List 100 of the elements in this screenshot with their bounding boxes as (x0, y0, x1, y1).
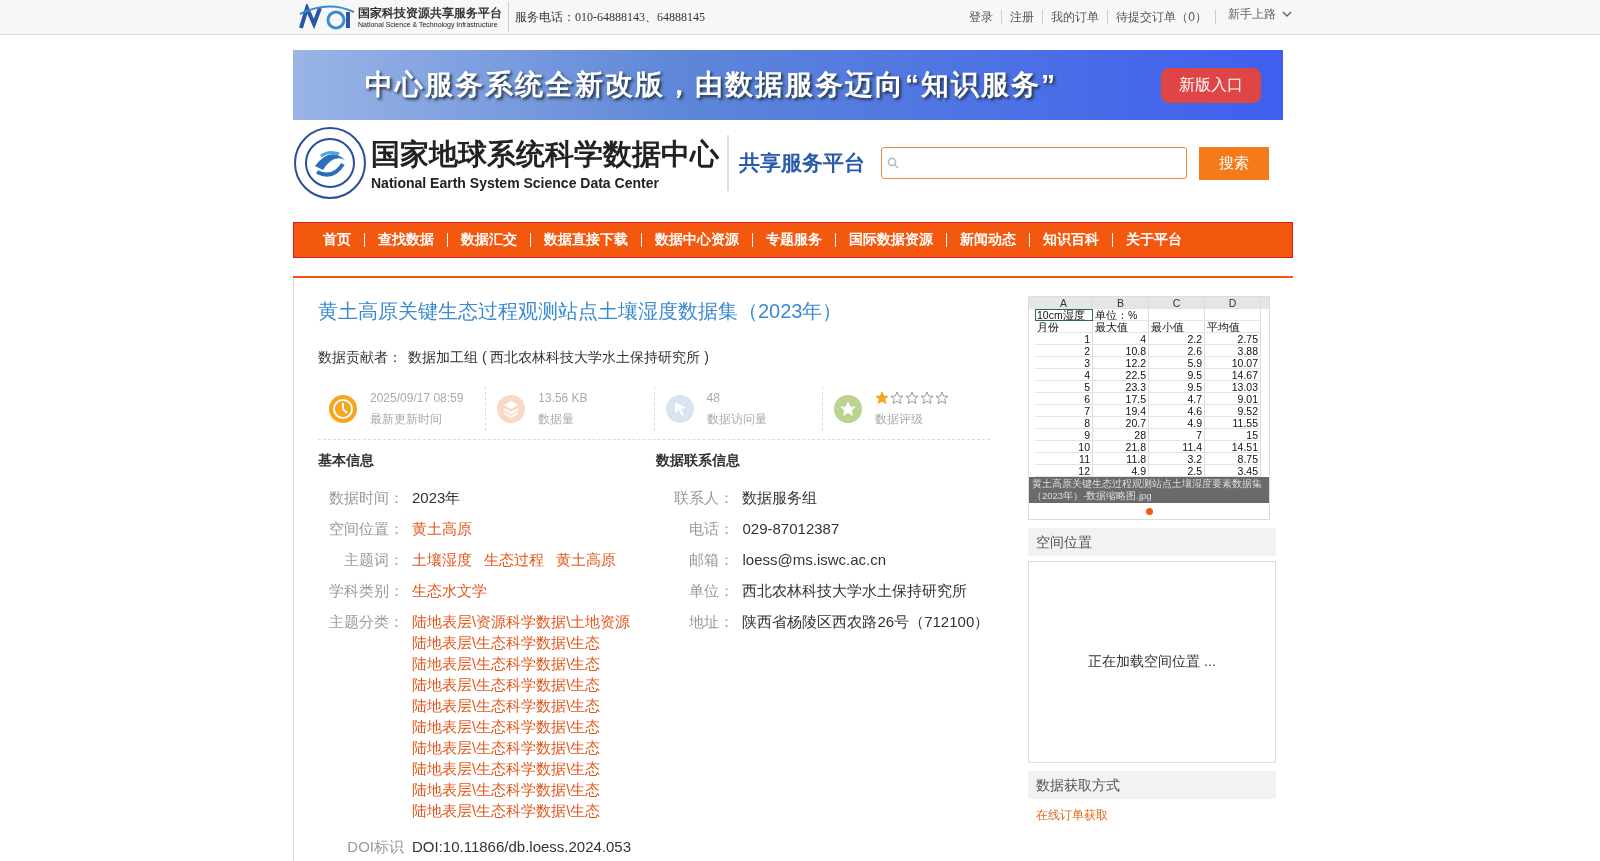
tag-link[interactable]: 陆地表层\生态科学数据\生态 (412, 759, 631, 779)
tag-link[interactable]: 黄土高原 (556, 550, 616, 570)
new-version-button[interactable]: 新版入口 (1161, 67, 1261, 103)
nav-item[interactable]: 专题服务 (753, 231, 835, 249)
announcement-banner[interactable]: 中心服务系统全新改版，由数据服务迈向“知识服务” 新版入口 (293, 50, 1283, 120)
field-value: 西北农林科技大学水土保持研究所 (741, 581, 968, 601)
top-link[interactable]: 我的订单 (1043, 10, 1109, 24)
slide-dot[interactable] (1145, 507, 1153, 515)
top-link[interactable]: 注册 (1002, 10, 1044, 24)
field-label: 主题词： (343, 550, 404, 570)
dataset-title: 黄土高原关键生态过程观测站点土壤湿度数据集（2023年） (318, 299, 844, 324)
nav-item[interactable]: 数据汇交 (448, 231, 530, 249)
field-value: 2023年 (412, 488, 461, 508)
column-header: C (1149, 297, 1205, 309)
nsti-logo-icon (298, 4, 356, 30)
cursor-icon (664, 394, 695, 424)
tag-link[interactable]: 陆地表层\生态科学数据\生态 (412, 780, 631, 800)
field-value: 陕西省杨陵区西农路26号（712100） (741, 612, 990, 632)
panel-heading: 空间位置 (1028, 528, 1276, 556)
data-center-logo-icon (293, 126, 367, 200)
top-link[interactable]: 登录 (961, 10, 1003, 24)
sheet-cell: 13.03 (1205, 381, 1261, 393)
sheet-cell: 3 (1035, 357, 1093, 369)
nav-item[interactable]: 关于平台 (1113, 231, 1195, 249)
guide-dropdown[interactable]: 新手上路 (1216, 5, 1298, 23)
order-link[interactable]: 在线订单获取 (1036, 807, 1108, 824)
nav-item[interactable]: 首页 (310, 231, 364, 249)
sheet-cell: 5.9 (1149, 357, 1205, 369)
field-label: 邮箱： (688, 550, 735, 570)
column-header: D (1205, 297, 1261, 309)
sheet-cell: 10.07 (1205, 357, 1261, 369)
stat-label: 最新更新时间 (370, 410, 443, 428)
tag-link[interactable]: 陆地表层\生态科学数据\生态 (412, 738, 631, 758)
sheet-cell: 11.8 (1093, 453, 1149, 465)
stat-label: 数据评级 (874, 410, 924, 428)
center-title: 国家地球系统科学数据中心 (371, 137, 719, 172)
sheet-cell: 4.9 (1149, 417, 1205, 429)
search-field[interactable] (881, 147, 1187, 179)
sheet-cell: 7 (1035, 405, 1093, 417)
chevron-down-icon (1282, 10, 1292, 18)
field-value: 数据服务组 (741, 488, 818, 508)
tag-link[interactable]: 生态过程 (484, 550, 544, 570)
tag-link[interactable]: 土壤湿度 (412, 550, 472, 570)
tag-link[interactable]: 陆地表层\生态科学数据\生态 (412, 675, 631, 695)
field-label: 数据时间： (328, 488, 404, 508)
sheet-cell: 11.55 (1205, 417, 1261, 429)
nav-item[interactable]: 查找数据 (365, 231, 447, 249)
field-label: 联系人： (673, 488, 735, 508)
column-header: A (1035, 297, 1093, 309)
sheet-cell: 22.5 (1093, 369, 1149, 381)
top-link[interactable]: 待提交订单（0） (1108, 10, 1216, 24)
sheet-cell: 2.6 (1149, 345, 1205, 357)
sheet-cell: 4.7 (1149, 393, 1205, 405)
tag-link[interactable]: 生态水文学 (412, 581, 487, 601)
spreadsheet-thumbnail[interactable] (1029, 297, 1269, 477)
sheet-cell: 最小值 (1149, 321, 1205, 333)
field-value: DOI:10.11866/db.loess.2024.053 (412, 839, 632, 855)
sheet-cell: 5 (1035, 381, 1093, 393)
tag-link[interactable]: 陆地表层\资源科学数据\土地资源 (412, 612, 631, 632)
tag-link[interactable]: 黄土高原 (412, 519, 472, 539)
nav-item[interactable]: 数据直接下载 (531, 231, 641, 249)
clock-icon (328, 394, 358, 424)
layers-icon (496, 394, 527, 424)
sheet-cell: 8 (1035, 417, 1093, 429)
sheet-cell: 17.5 (1093, 393, 1149, 405)
sheet-cell: 14.67 (1205, 369, 1261, 381)
sheet-cell: 4.6 (1149, 405, 1205, 417)
sheet-cell: 9 (1035, 429, 1093, 441)
nav-item[interactable]: 知识百科 (1030, 231, 1112, 249)
search-button[interactable]: 搜索 (1199, 146, 1269, 180)
nav-item[interactable]: 新闻动态 (947, 231, 1029, 249)
tag-link[interactable]: 陆地表层\生态科学数据\生态 (412, 654, 631, 674)
sheet-cell: 2 (1035, 345, 1093, 357)
field-label: 电话： (688, 519, 735, 539)
sheet-cell: 4 (1093, 333, 1149, 345)
tag-link[interactable]: 陆地表层\生态科学数据\生态 (412, 801, 631, 821)
sheet-cell: 8.75 (1205, 453, 1261, 465)
tag-link[interactable]: 陆地表层\生态科学数据\生态 (412, 696, 631, 716)
sheet-cell: 12.2 (1093, 357, 1149, 369)
field-label: 主题分类： (328, 612, 404, 632)
stat-value: 13.56 KB (538, 390, 588, 405)
sheet-cell: 10 (1035, 441, 1093, 453)
sheet-cell: 9.5 (1149, 381, 1205, 393)
image-caption: 黄土高原关键生态过程观测站点土壤湿度要素数据集（2023年）-数据缩略图.jpg (1029, 477, 1269, 503)
tag-link[interactable]: 陆地表层\生态科学数据\生态 (412, 633, 631, 653)
nav-item[interactable]: 数据中心资源 (642, 231, 752, 249)
stat-label: 数据量 (538, 410, 576, 428)
sheet-cell: 1 (1035, 333, 1093, 345)
nav-item[interactable]: 国际数据资源 (836, 231, 946, 249)
field-label: 空间位置： (328, 519, 404, 539)
stat-value: 2025/09/17 08:59 (370, 390, 464, 405)
panel-heading: 数据获取方式 (1028, 771, 1276, 799)
sheet-cell: 11 (1035, 453, 1093, 465)
tag-link[interactable]: 陆地表层\生态科学数据\生态 (412, 717, 631, 737)
stat-label: 数据访问量 (706, 410, 767, 428)
sheet-cell: 11.4 (1149, 441, 1205, 453)
stat-value: 48 (706, 390, 721, 405)
sheet-cell: 月份 (1035, 321, 1093, 333)
star-badge-icon (832, 394, 863, 424)
platform-title: 共享服务平台 (739, 150, 865, 176)
